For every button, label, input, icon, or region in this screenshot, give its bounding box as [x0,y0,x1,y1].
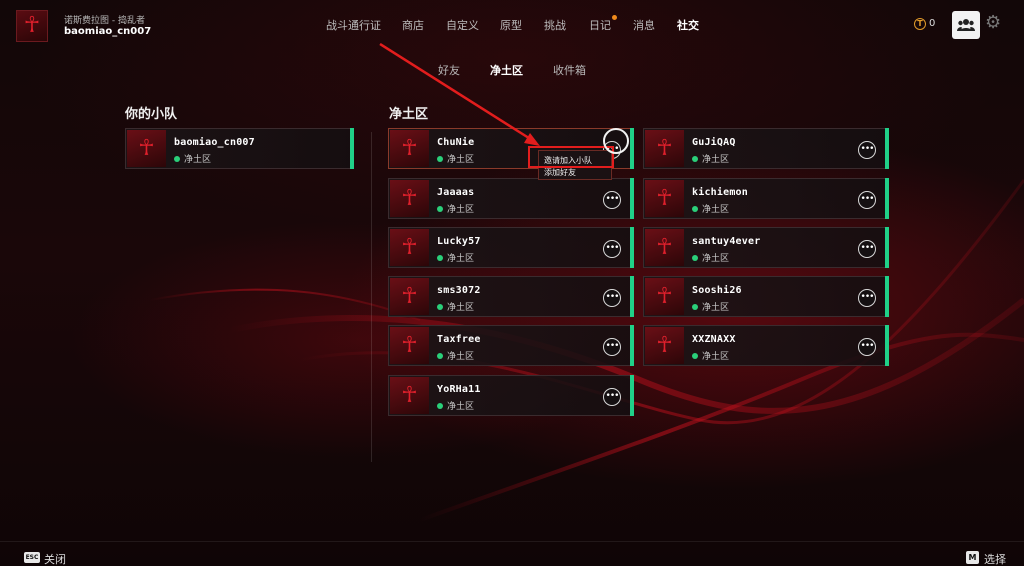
select-key-icon: M [966,551,979,564]
close-button[interactable]: 关闭 [44,551,66,566]
footer-divider [0,541,1024,542]
select-button[interactable]: 选择 [984,551,1006,566]
esc-key-icon: ESC [24,552,40,563]
annotation-arrow [379,42,540,146]
